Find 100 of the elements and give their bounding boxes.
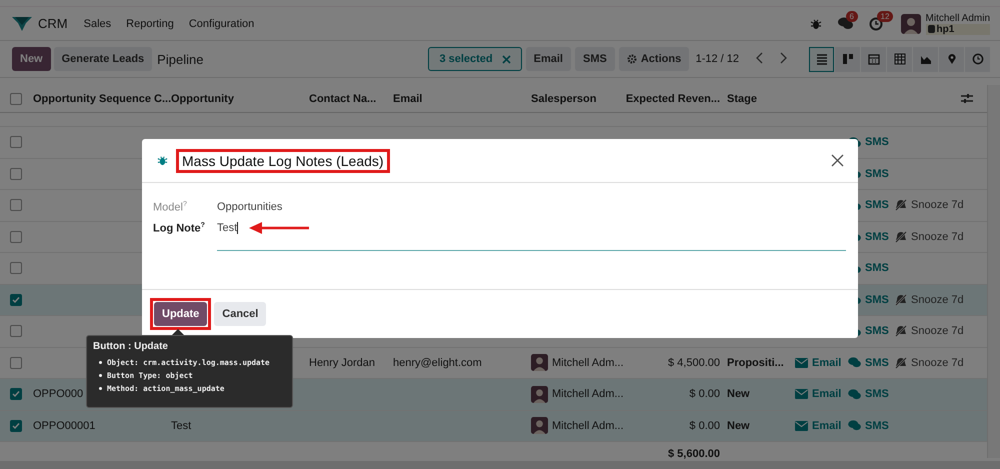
app-name[interactable]: CRM [38,16,68,31]
pivot-view-icon [894,53,906,65]
table-cell: Henry Jordan [309,356,376,369]
row-checkbox[interactable] [10,136,22,148]
row-checkbox[interactable] [10,294,22,306]
chevron-right-icon [779,52,787,64]
user-name[interactable]: Mitchell Admin [926,12,990,24]
breadcrumb: Pipeline [157,52,204,66]
table-cell: OPPO00001 [33,420,96,432]
table-cell: Mitchell Adm... [552,420,624,432]
snooze-link[interactable]: Snooze 7d [895,199,987,212]
row-checkbox[interactable] [10,325,22,338]
email-link[interactable]: Email [795,356,848,369]
menu-item[interactable]: Configuration [188,18,254,30]
column-header[interactable]: Expected Reven... [626,92,720,104]
graph-view-button[interactable] [913,46,938,72]
email-link[interactable]: Email [795,420,848,432]
sliders-icon[interactable] [961,93,973,104]
field-value: Opportunities [217,201,282,213]
snooze-link[interactable]: Snooze 7d [895,325,987,338]
generate-leads-button[interactable]: Generate Leads [54,47,152,71]
snooze-link[interactable]: Snooze 7d [895,230,987,243]
new-button[interactable]: New [12,47,51,71]
menu-item[interactable]: Reporting [126,18,174,30]
table-cell: New [727,420,750,432]
envelope-icon [795,420,808,431]
column-header[interactable]: Opportunity [171,92,234,104]
table-cell: Mitchell Adm... [552,356,624,369]
avatar-icon[interactable] [900,14,921,34]
column-header[interactable]: Contact Na... [309,92,376,104]
pivot-view-button[interactable] [887,46,912,72]
annotation-arrow [249,222,309,234]
list-view-icon [816,53,828,65]
activity-view-icon [972,53,984,65]
notification-count: 12 [876,10,894,22]
bell-slash-icon [895,199,907,212]
pager-text: 1-12 / 12 [696,53,739,65]
update-button[interactable]: Update [154,302,208,326]
settings-icon [626,54,637,64]
list-view-button[interactable] [809,46,834,72]
close-icon[interactable] [831,154,844,167]
map-view-button[interactable] [939,46,964,72]
table-cell: Propositi... [727,356,784,369]
column-header[interactable]: Opportunity Sequence C... [33,92,172,104]
row-checkbox[interactable] [10,262,22,274]
chat-icon [848,420,861,432]
snooze-link[interactable]: Snooze 7d [895,356,987,369]
row-checkbox[interactable] [10,388,22,400]
avatar-icon [531,354,548,372]
action-button[interactable]: SMS [575,47,615,71]
table-cell: $ 0.00 [689,388,720,400]
row-checkbox[interactable] [10,420,22,432]
bell-slash-icon [895,294,907,306]
clock-icon[interactable] [868,16,883,30]
database-name: hp1 [936,24,954,34]
calendar-view-button[interactable] [861,46,886,72]
menu-item[interactable]: Sales [84,18,112,30]
action-button[interactable]: Actions [618,47,690,71]
row-checkbox[interactable] [10,230,22,243]
tooltip-title: Button : Update [93,341,169,352]
table-cell: henry@elight.com [393,356,482,369]
table-cell: Test [171,420,192,432]
row-checkbox[interactable] [10,168,22,180]
logo-icon[interactable] [12,16,32,30]
table-cell: $ 4,500.00 [668,356,720,369]
field-label: Log Note$^{?}$ [153,222,206,234]
notification-count: 6 [846,11,858,22]
table-cell: New [727,388,750,400]
table-cell: OPPO000 [33,388,84,400]
row-checkbox[interactable] [10,356,22,369]
bell-slash-icon [895,325,907,338]
action-button[interactable]: Email [526,47,571,71]
envelope-icon [795,389,808,400]
field-label: Model$^{?}$ [153,201,188,214]
column-header[interactable]: Stage [727,92,757,104]
select-all-checkbox[interactable] [10,92,22,104]
envelope-icon [795,358,808,368]
total-amount: $ 5,600.00 [668,448,720,460]
bell-slash-icon [895,356,907,369]
sms-link[interactable]: SMS [848,388,895,400]
vertical-scrollbar[interactable] [987,85,1000,458]
table-cell: $ 0.00 [689,420,720,432]
database-icon [928,25,935,33]
column-header[interactable]: Email [393,92,422,104]
cancel-button[interactable]: Cancel [214,302,266,326]
bullet-icon [99,361,102,364]
sms-link[interactable]: SMS [848,420,895,432]
bug-icon[interactable] [810,18,822,30]
kanban-view-button[interactable] [835,46,860,72]
row-checkbox[interactable] [10,199,22,212]
snooze-link[interactable]: Snooze 7d [895,294,987,306]
email-link[interactable]: Email [795,388,848,400]
selection-button[interactable]: 3 selected [428,47,522,71]
chat-icon [848,357,861,368]
avatar-icon [531,417,548,434]
bug-icon [157,155,168,166]
sms-link[interactable]: SMS [848,356,895,369]
activity-view-button[interactable] [965,46,990,72]
chevron-left-icon [756,52,764,64]
column-header[interactable]: Salesperson [531,92,596,104]
